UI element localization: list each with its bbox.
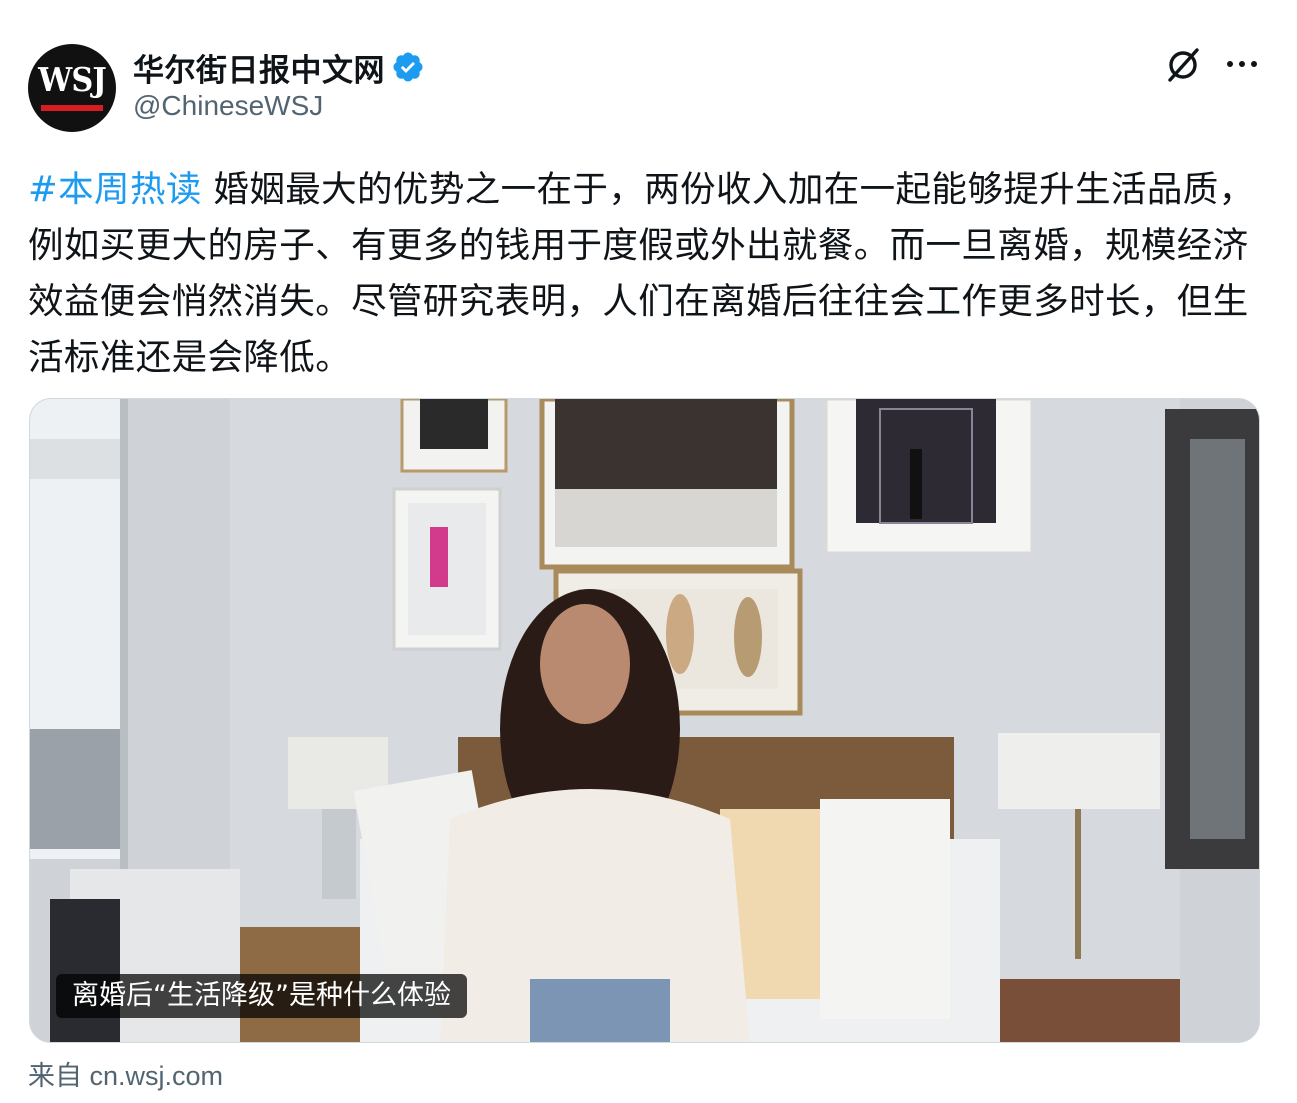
tweet-body: 婚姻最大的优势之一在于，两份收入加在一起能够提升生活品质，例如买更大的房子、有更… [28,169,1255,378]
display-name[interactable]: 华尔街日报中文网 [133,45,385,90]
link-card-image[interactable] [29,398,1260,1043]
hashtag-link[interactable]: #本周热读 [28,169,202,210]
source-domain[interactable]: cn.wsj.com [90,1061,224,1091]
more-options-icon[interactable] [1224,52,1260,76]
verified-badge-icon [391,50,425,84]
bedroom-photo [30,399,1259,1042]
source-prefix: 来自 [28,1061,82,1092]
grok-icon[interactable] [1163,44,1203,84]
card-source[interactable]: 来自 cn.wsj.com [28,1054,223,1093]
tweet-text: #本周热读 婚姻最大的优势之一在于，两份收入加在一起能够提升生活品质，例如买更大… [28,162,1268,386]
avatar[interactable]: WSJ [28,44,116,132]
account-name-row: 华尔街日报中文网 [133,45,425,89]
account-handle[interactable]: @ChineseWSJ [133,90,323,122]
card-caption[interactable]: 离婚后“生活降级”是种什么体验 [56,974,467,1018]
avatar-red-bar [41,105,103,111]
avatar-logo-text: WSJ [38,60,107,99]
